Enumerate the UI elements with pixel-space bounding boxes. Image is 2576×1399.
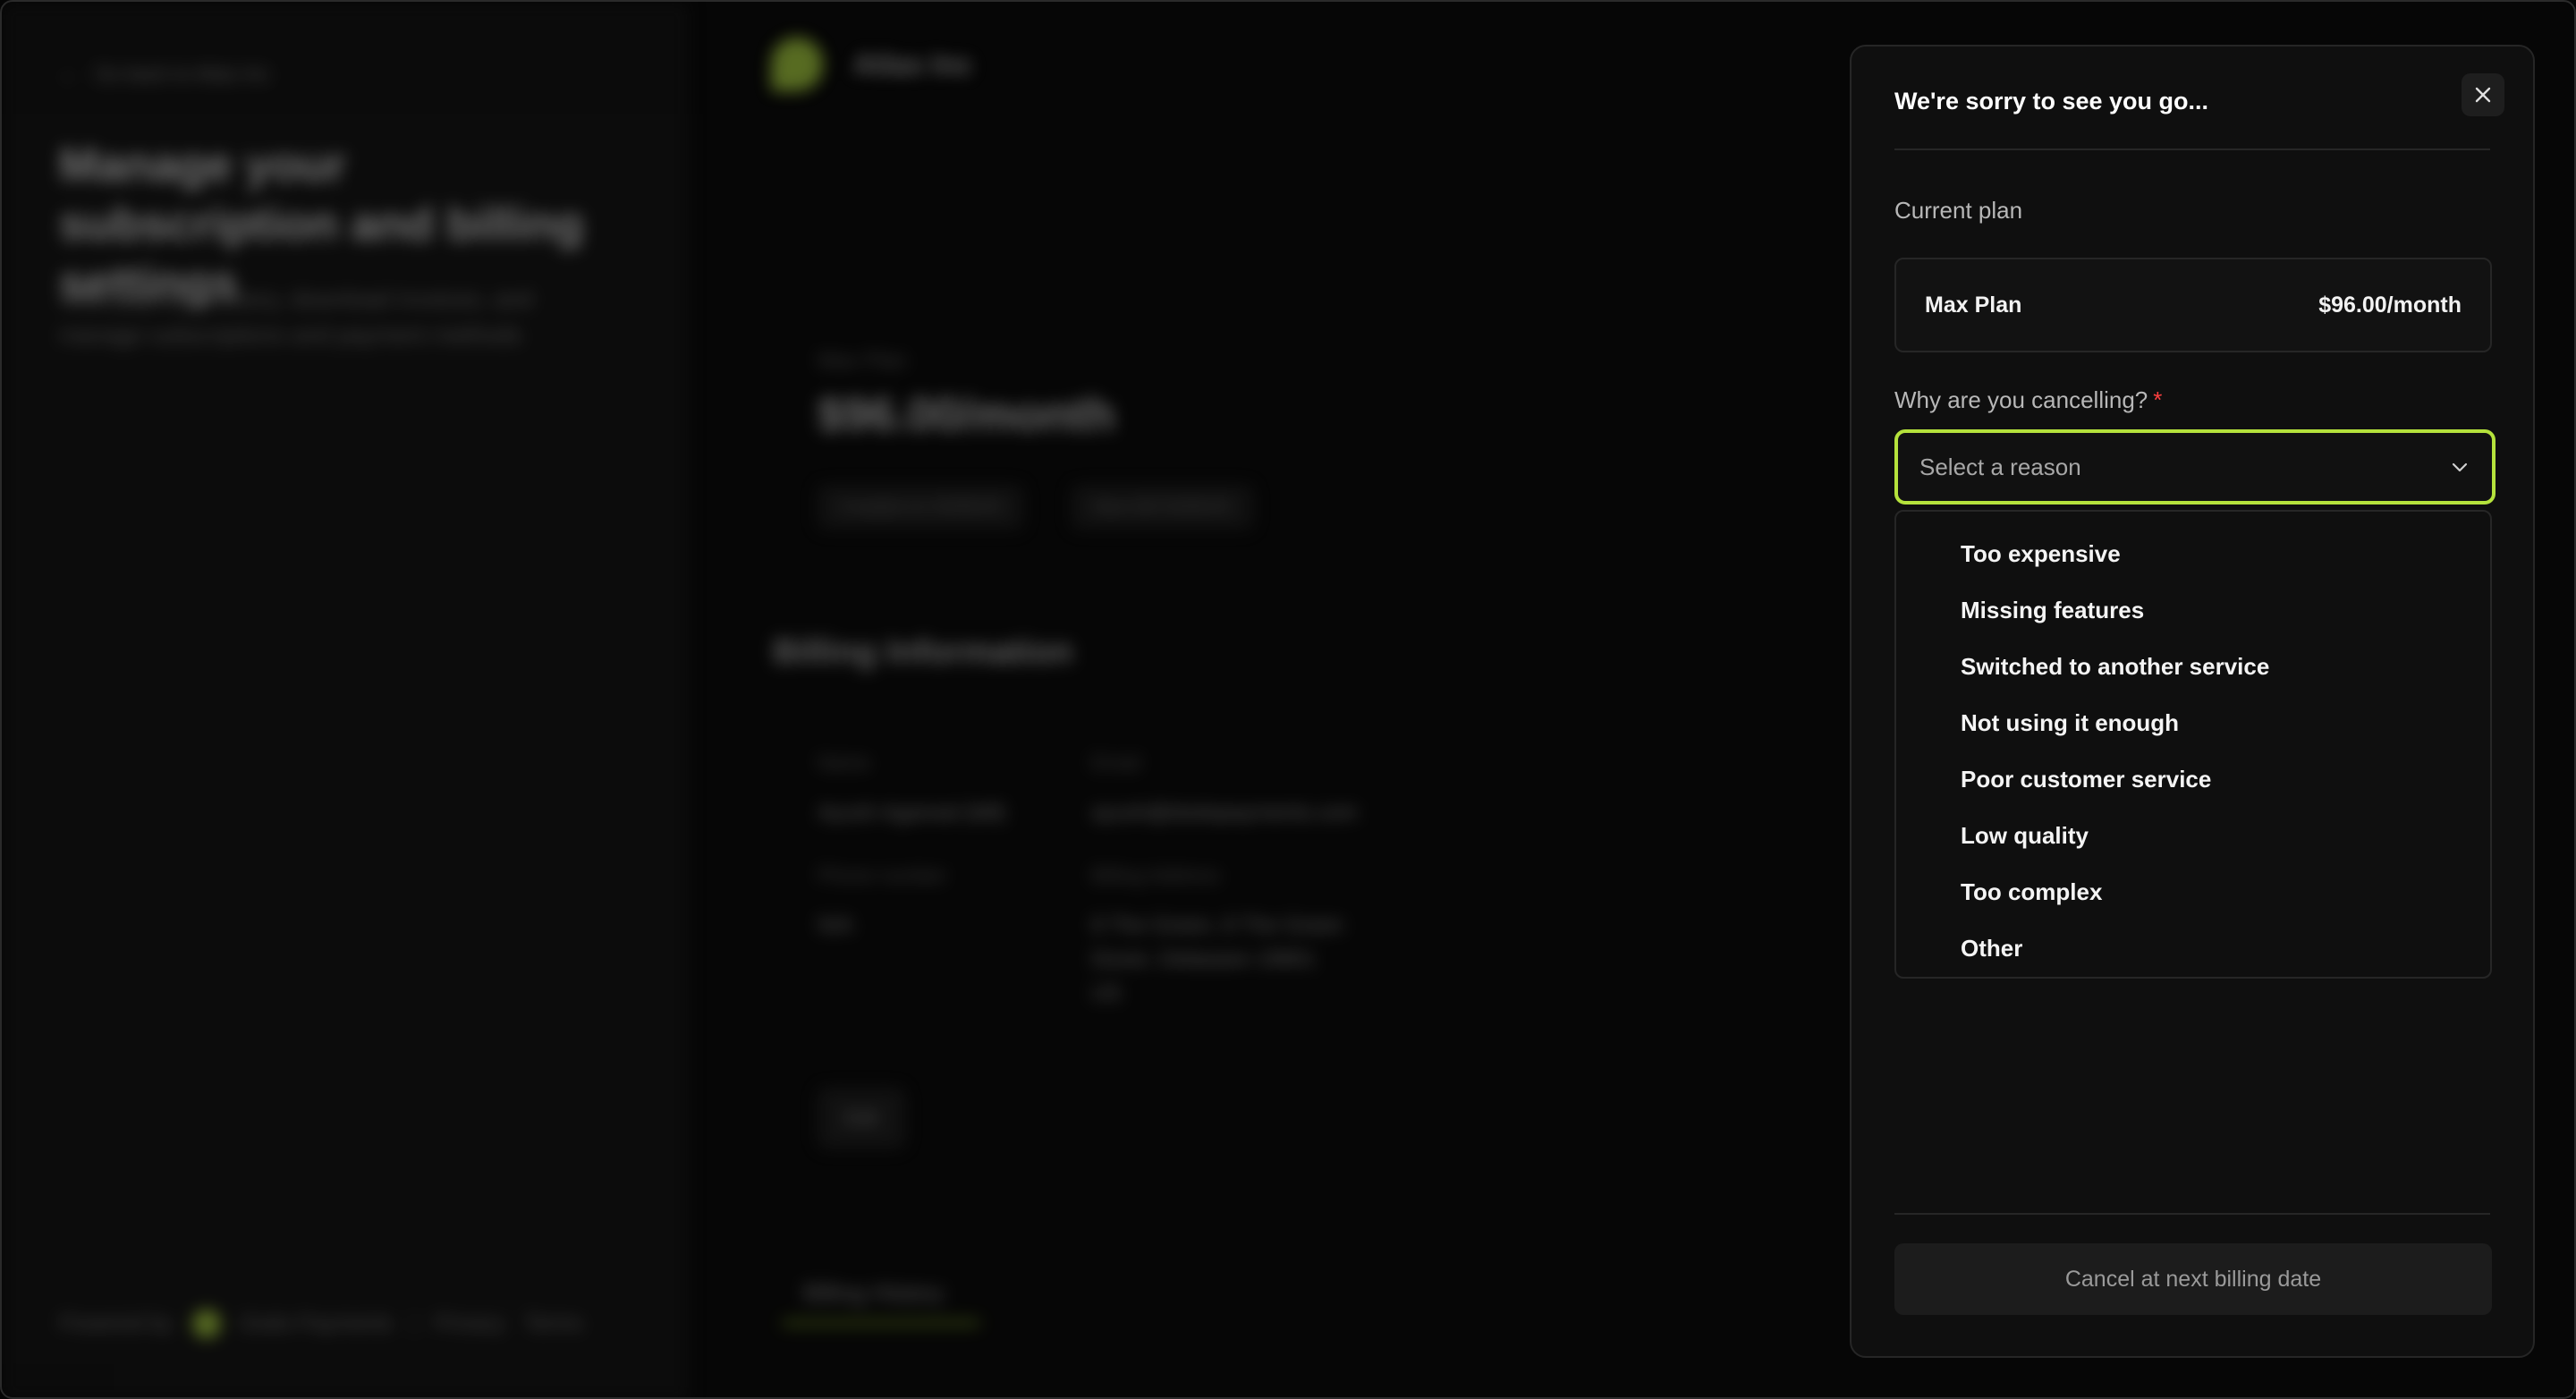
option-not-using-enough[interactable]: Not using it enough [1896,695,2490,751]
terms-link[interactable]: Terms [524,1311,582,1336]
cancel-at-next-billing-button[interactable]: Cancel at next billing date [1894,1243,2492,1315]
footer-separator [412,1312,415,1335]
app-window: ← Go back to Atlas Inc Manage your subsc… [0,0,2576,1399]
address-line-2: Dover, Delaware 19901 [1091,947,1316,971]
reason-select-placeholder: Select a reason [1919,453,2081,480]
chevron-down-icon [2452,462,2468,472]
reason-select[interactable]: Select a reason [1894,429,2496,504]
email-label: Email [1091,751,1141,774]
option-too-expensive[interactable]: Too expensive [1896,526,2490,582]
left-footer: Powered by Dodo Payments Privacy Terms [59,1310,583,1338]
plan-name: Max Plan [1925,292,2022,318]
email-value: ayush@dodopayments.com [1091,801,1358,825]
phone-value: N/A [818,913,854,937]
address-line-1: 8 The Green, 8 The Green [1091,913,1343,937]
billing-info-title: Billing Information [773,633,1073,671]
reason-options-list: Too expensive Missing features Switched … [1894,510,2492,979]
current-plan-card: Max Plan $96.00/month [1894,258,2492,352]
arrow-left-icon: ← [59,63,79,85]
option-missing-features[interactable]: Missing features [1896,582,2490,639]
phone-label: Phone number [818,864,947,886]
powered-by-label: Powered by [59,1311,173,1335]
bg-plan-label: Max Plan [818,349,908,373]
required-marker: * [2153,386,2163,413]
option-low-quality[interactable]: Low quality [1896,808,2490,864]
reason-label-text: Why are you cancelling? [1894,386,2148,413]
company-name: Atlas Inc [853,47,973,81]
address-line-3: US [1091,981,1122,1005]
reason-label: Why are you cancelling? * [1894,386,2162,414]
footer-divider [1894,1213,2490,1215]
address-label: Billing Address [1091,864,1221,886]
brand-name: Dodo Payments [240,1311,394,1335]
cancel-subscription-drawer: We're sorry to see you go... Current pla… [1850,45,2535,1358]
close-icon [2475,87,2491,103]
next-bill-chip: Next bill 03/05/25 [1072,485,1253,530]
back-link[interactable]: ← Go back to Atlas Inc [59,63,270,86]
active-tab-indicator [782,1320,980,1326]
option-poor-customer-service[interactable]: Poor customer service [1896,751,2490,808]
created-date-chip: Created on 03/05/25 [818,485,1024,530]
page-description: View payment history, download invoices,… [59,285,533,348]
company-logo-icon [771,38,823,91]
header-divider [1894,148,2490,150]
bg-plan-price: $96.00/month [818,389,1115,441]
brand-logo-icon [191,1310,221,1338]
edit-billing-button[interactable]: Edit [818,1088,905,1149]
privacy-link[interactable]: Privacy [435,1311,505,1336]
company-header: Atlas Inc [771,38,972,91]
current-plan-label: Current plan [1894,197,2023,224]
option-switched-service[interactable]: Switched to another service [1896,639,2490,695]
back-link-label: Go back to Atlas Inc [95,63,270,85]
option-other[interactable]: Other [1896,920,2490,977]
name-value: Ayush Agarwal (bill) [818,801,1006,825]
tab-billing-history[interactable]: Billing History [803,1279,945,1307]
left-panel: ← Go back to Atlas Inc Manage your subsc… [2,2,689,1397]
option-too-complex[interactable]: Too complex [1896,864,2490,920]
close-button[interactable] [2462,73,2504,116]
name-label: Name [818,751,870,774]
plan-price: $96.00/month [2318,292,2462,318]
drawer-title: We're sorry to see you go... [1894,88,2209,114]
